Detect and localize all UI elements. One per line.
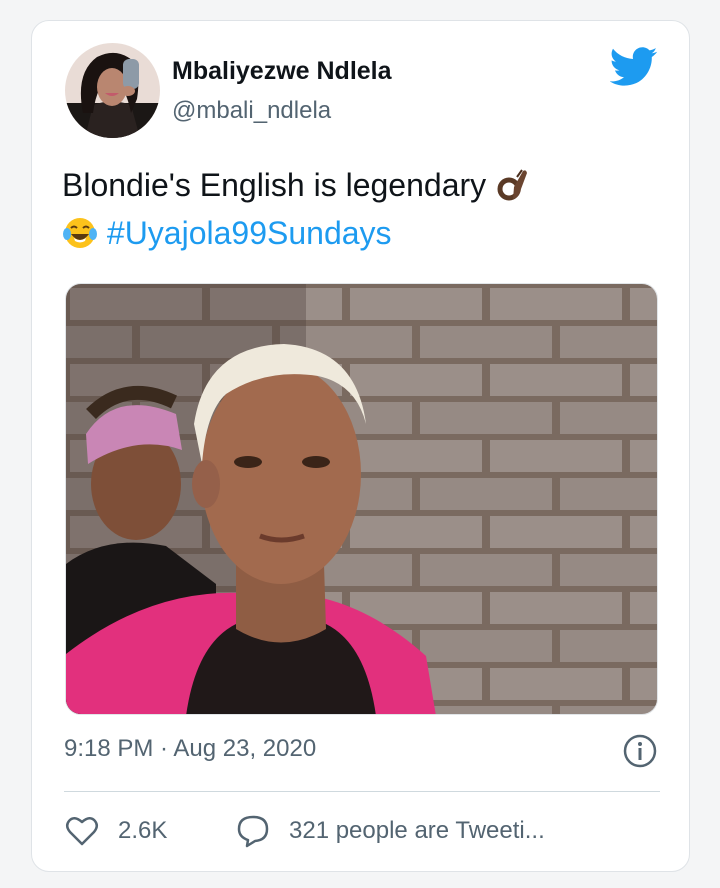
people-tweeting-text: 321 people are Tweeti...	[289, 817, 545, 844]
tweet-media-image[interactable]	[65, 283, 658, 715]
people-tweeting-button[interactable]: 321 people are Tweeti...	[235, 811, 545, 851]
tweet-text: Blondie's English is legendary #Uyajola9…	[62, 161, 662, 257]
hashtag-link[interactable]: #Uyajola99Sundays	[107, 215, 392, 251]
author-name[interactable]: Mbaliyezwe Ndlela	[172, 57, 392, 86]
likes-count: 2.6K	[118, 817, 168, 844]
author-handle[interactable]: @mbali_ndlela	[172, 97, 331, 125]
tweet-card: Mbaliyezwe Ndlela @mbali_ndlela Blondie'…	[31, 20, 690, 872]
twitter-bird-icon[interactable]	[610, 47, 658, 87]
ok-hand-emoji-icon	[497, 168, 528, 201]
tweet-text-line: Blondie's English is legendary	[62, 167, 487, 203]
like-button[interactable]: 2.6K	[64, 811, 167, 851]
info-icon[interactable]	[622, 733, 658, 769]
speech-bubble-icon	[237, 815, 269, 848]
heart-icon	[66, 817, 98, 846]
tweet-timestamp[interactable]: 9:18 PM · Aug 23, 2020	[64, 735, 316, 763]
divider	[64, 791, 660, 792]
avatar[interactable]	[65, 43, 160, 138]
tears-of-joy-emoji-icon	[63, 217, 97, 248]
